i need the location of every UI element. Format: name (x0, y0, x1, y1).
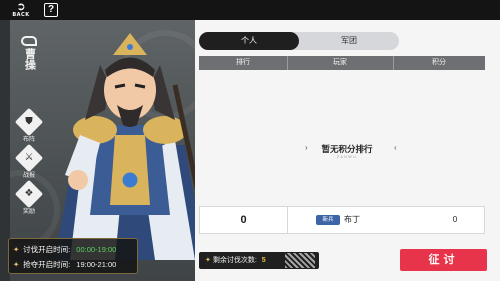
tab-personal[interactable]: 个人 (199, 32, 299, 50)
my-player-name: 布丁 (344, 215, 360, 224)
my-rank-value: 0 (200, 207, 288, 233)
rank-tabs: 个人 军团 (199, 32, 399, 50)
rank-title-badge: 新兵 (316, 215, 340, 225)
arrow-left-icon: ‹ (394, 143, 397, 152)
my-ranking-row: 0 新兵 布丁 0 (199, 206, 485, 234)
character-emblem-icon (21, 36, 37, 46)
header-rank: 排行 (236, 59, 250, 66)
formation-button[interactable]: ⛊ 布阵 (14, 107, 44, 143)
empty-ranking-subtext: ZANWU (336, 155, 358, 159)
star-icon: ✦ (13, 245, 20, 254)
character-name: 曹操 (14, 36, 44, 74)
checker-decoration (285, 253, 315, 268)
header-player: 玩家 (333, 59, 347, 66)
grab-time-label: 抢夺开启时间: (23, 260, 71, 269)
star-icon: ✦ (13, 260, 20, 269)
my-score-value: 0 (452, 215, 458, 224)
attack-time-value: 00:00-19:00 (76, 245, 117, 254)
attack-button[interactable]: 征讨 (400, 249, 487, 271)
back-label: BACK (12, 12, 30, 18)
help-button[interactable]: ? (44, 3, 58, 17)
attack-time-label: 讨伐开启时间: (23, 245, 71, 254)
tab-legion[interactable]: 军团 (299, 32, 399, 50)
reward-button[interactable]: ❖ 奖励 (14, 179, 44, 215)
header-score: 积分 (432, 59, 446, 66)
empty-ranking-text: 暂无积分排行 (321, 144, 373, 154)
grab-time-row: ✦ 抢夺开启时间: 19:00-21:00 (13, 257, 133, 272)
schedule-box: ✦ 讨伐开启时间: 00:00-19:00 ✦ 抢夺开启时间: 19:00-21… (8, 238, 138, 274)
hero-illustration (55, 33, 208, 260)
remaining-count: 5 (261, 257, 266, 264)
remaining-label: 剩余讨伐次数: (212, 257, 257, 264)
attack-time-row: ✦ 讨伐开启时间: 00:00-19:00 (13, 242, 133, 257)
back-button[interactable]: ➲ BACK (4, 1, 38, 19)
grab-time-value: 19:00-21:00 (76, 260, 117, 269)
top-bar: ➲ BACK ? (0, 0, 500, 20)
star-icon: ✦ (205, 257, 211, 264)
table-header: 排行 玩家 积分 (199, 56, 485, 70)
battle-report-button[interactable]: ⚔ 战报 (14, 143, 44, 179)
